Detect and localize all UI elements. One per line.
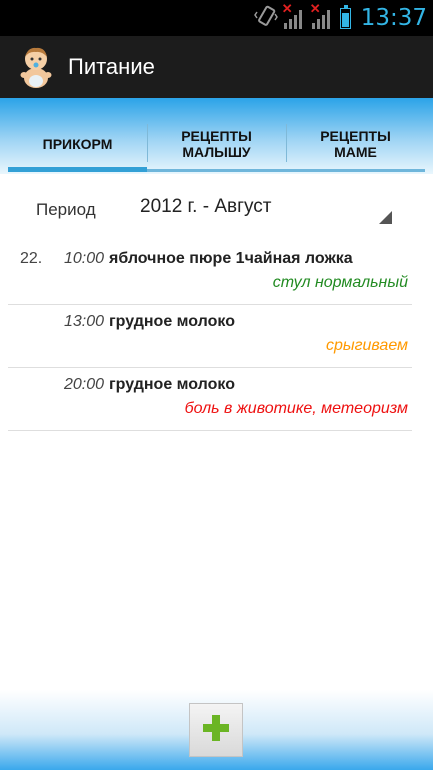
period-row: Период 2012 г. - Август xyxy=(0,192,433,232)
dropdown-arrow-icon xyxy=(379,211,392,224)
entry-time: 13:00 xyxy=(63,313,104,330)
tab-prikorm[interactable]: ПРИКОРМ xyxy=(8,116,147,172)
plus-icon xyxy=(203,714,229,746)
tab-indicator xyxy=(286,169,425,172)
entry-note: срыгиваем xyxy=(325,337,408,354)
signal-2-no-service-icon: ✕ xyxy=(310,1,334,29)
add-entry-button[interactable] xyxy=(189,703,243,757)
entry-note: стул нормальный xyxy=(272,274,408,291)
tab-label-line1: ПРИКОРМ xyxy=(42,136,113,152)
vibrate-icon xyxy=(253,5,278,32)
tab-label-line1: РЕЦЕПТЫ xyxy=(320,128,391,144)
tab-label-line2: МАЛЫШУ xyxy=(182,144,251,160)
period-dropdown[interactable]: 2012 г. - Август xyxy=(128,192,394,228)
entry-food: грудное молоко xyxy=(109,313,235,330)
list-item[interactable]: 22. 10:00 яблочное пюре 1чайная ложка ст… xyxy=(8,242,412,305)
tab-indicator xyxy=(8,167,147,172)
entry-time: 20:00 xyxy=(63,376,104,393)
entry-food: грудное молоко xyxy=(109,376,235,393)
entry-time: 10:00 xyxy=(63,250,104,267)
tab-recipes-mom[interactable]: РЕЦЕПТЫ МАМЕ xyxy=(286,116,425,172)
tab-label-line1: РЕЦЕПТЫ xyxy=(181,128,252,144)
page-title: Питание xyxy=(68,54,155,79)
period-value: 2012 г. - Август xyxy=(140,196,272,217)
action-bar: Питание xyxy=(0,36,433,98)
signal-1-no-service-icon: ✕ xyxy=(282,1,306,29)
list-item[interactable]: 20:00 грудное молоко боль в животике, ме… xyxy=(8,368,412,431)
status-bar: ✕ ✕ 13:37 xyxy=(0,0,433,36)
clock: 13:37 xyxy=(360,5,427,31)
baby-icon[interactable] xyxy=(16,45,56,89)
entry-note: боль в животике, метеоризм xyxy=(184,400,408,417)
tab-label: ПРИКОРМ xyxy=(37,136,119,152)
tab-label: РЕЦЕПТЫ МАЛЫШУ xyxy=(175,128,258,160)
tab-label-line2: МАМЕ xyxy=(334,144,377,160)
tab-recipes-baby[interactable]: РЕЦЕПТЫ МАЛЫШУ xyxy=(147,116,286,172)
feeding-list: 22. 10:00 яблочное пюре 1чайная ложка ст… xyxy=(8,242,412,431)
tab-bar: ПРИКОРМ РЕЦЕПТЫ МАЛЫШУ РЕЦЕПТЫ МАМЕ xyxy=(8,116,425,172)
battery-icon xyxy=(339,4,351,29)
tab-indicator xyxy=(147,169,286,172)
entry-food: яблочное пюре 1чайная ложка xyxy=(109,250,353,267)
entry-day: 22. xyxy=(20,250,43,267)
list-item[interactable]: 13:00 грудное молоко срыгиваем xyxy=(8,305,412,368)
period-label: Период xyxy=(36,200,96,219)
tab-bar-background: ПРИКОРМ РЕЦЕПТЫ МАЛЫШУ РЕЦЕПТЫ МАМЕ xyxy=(0,98,433,174)
tab-label: РЕЦЕПТЫ МАМЕ xyxy=(314,128,397,160)
